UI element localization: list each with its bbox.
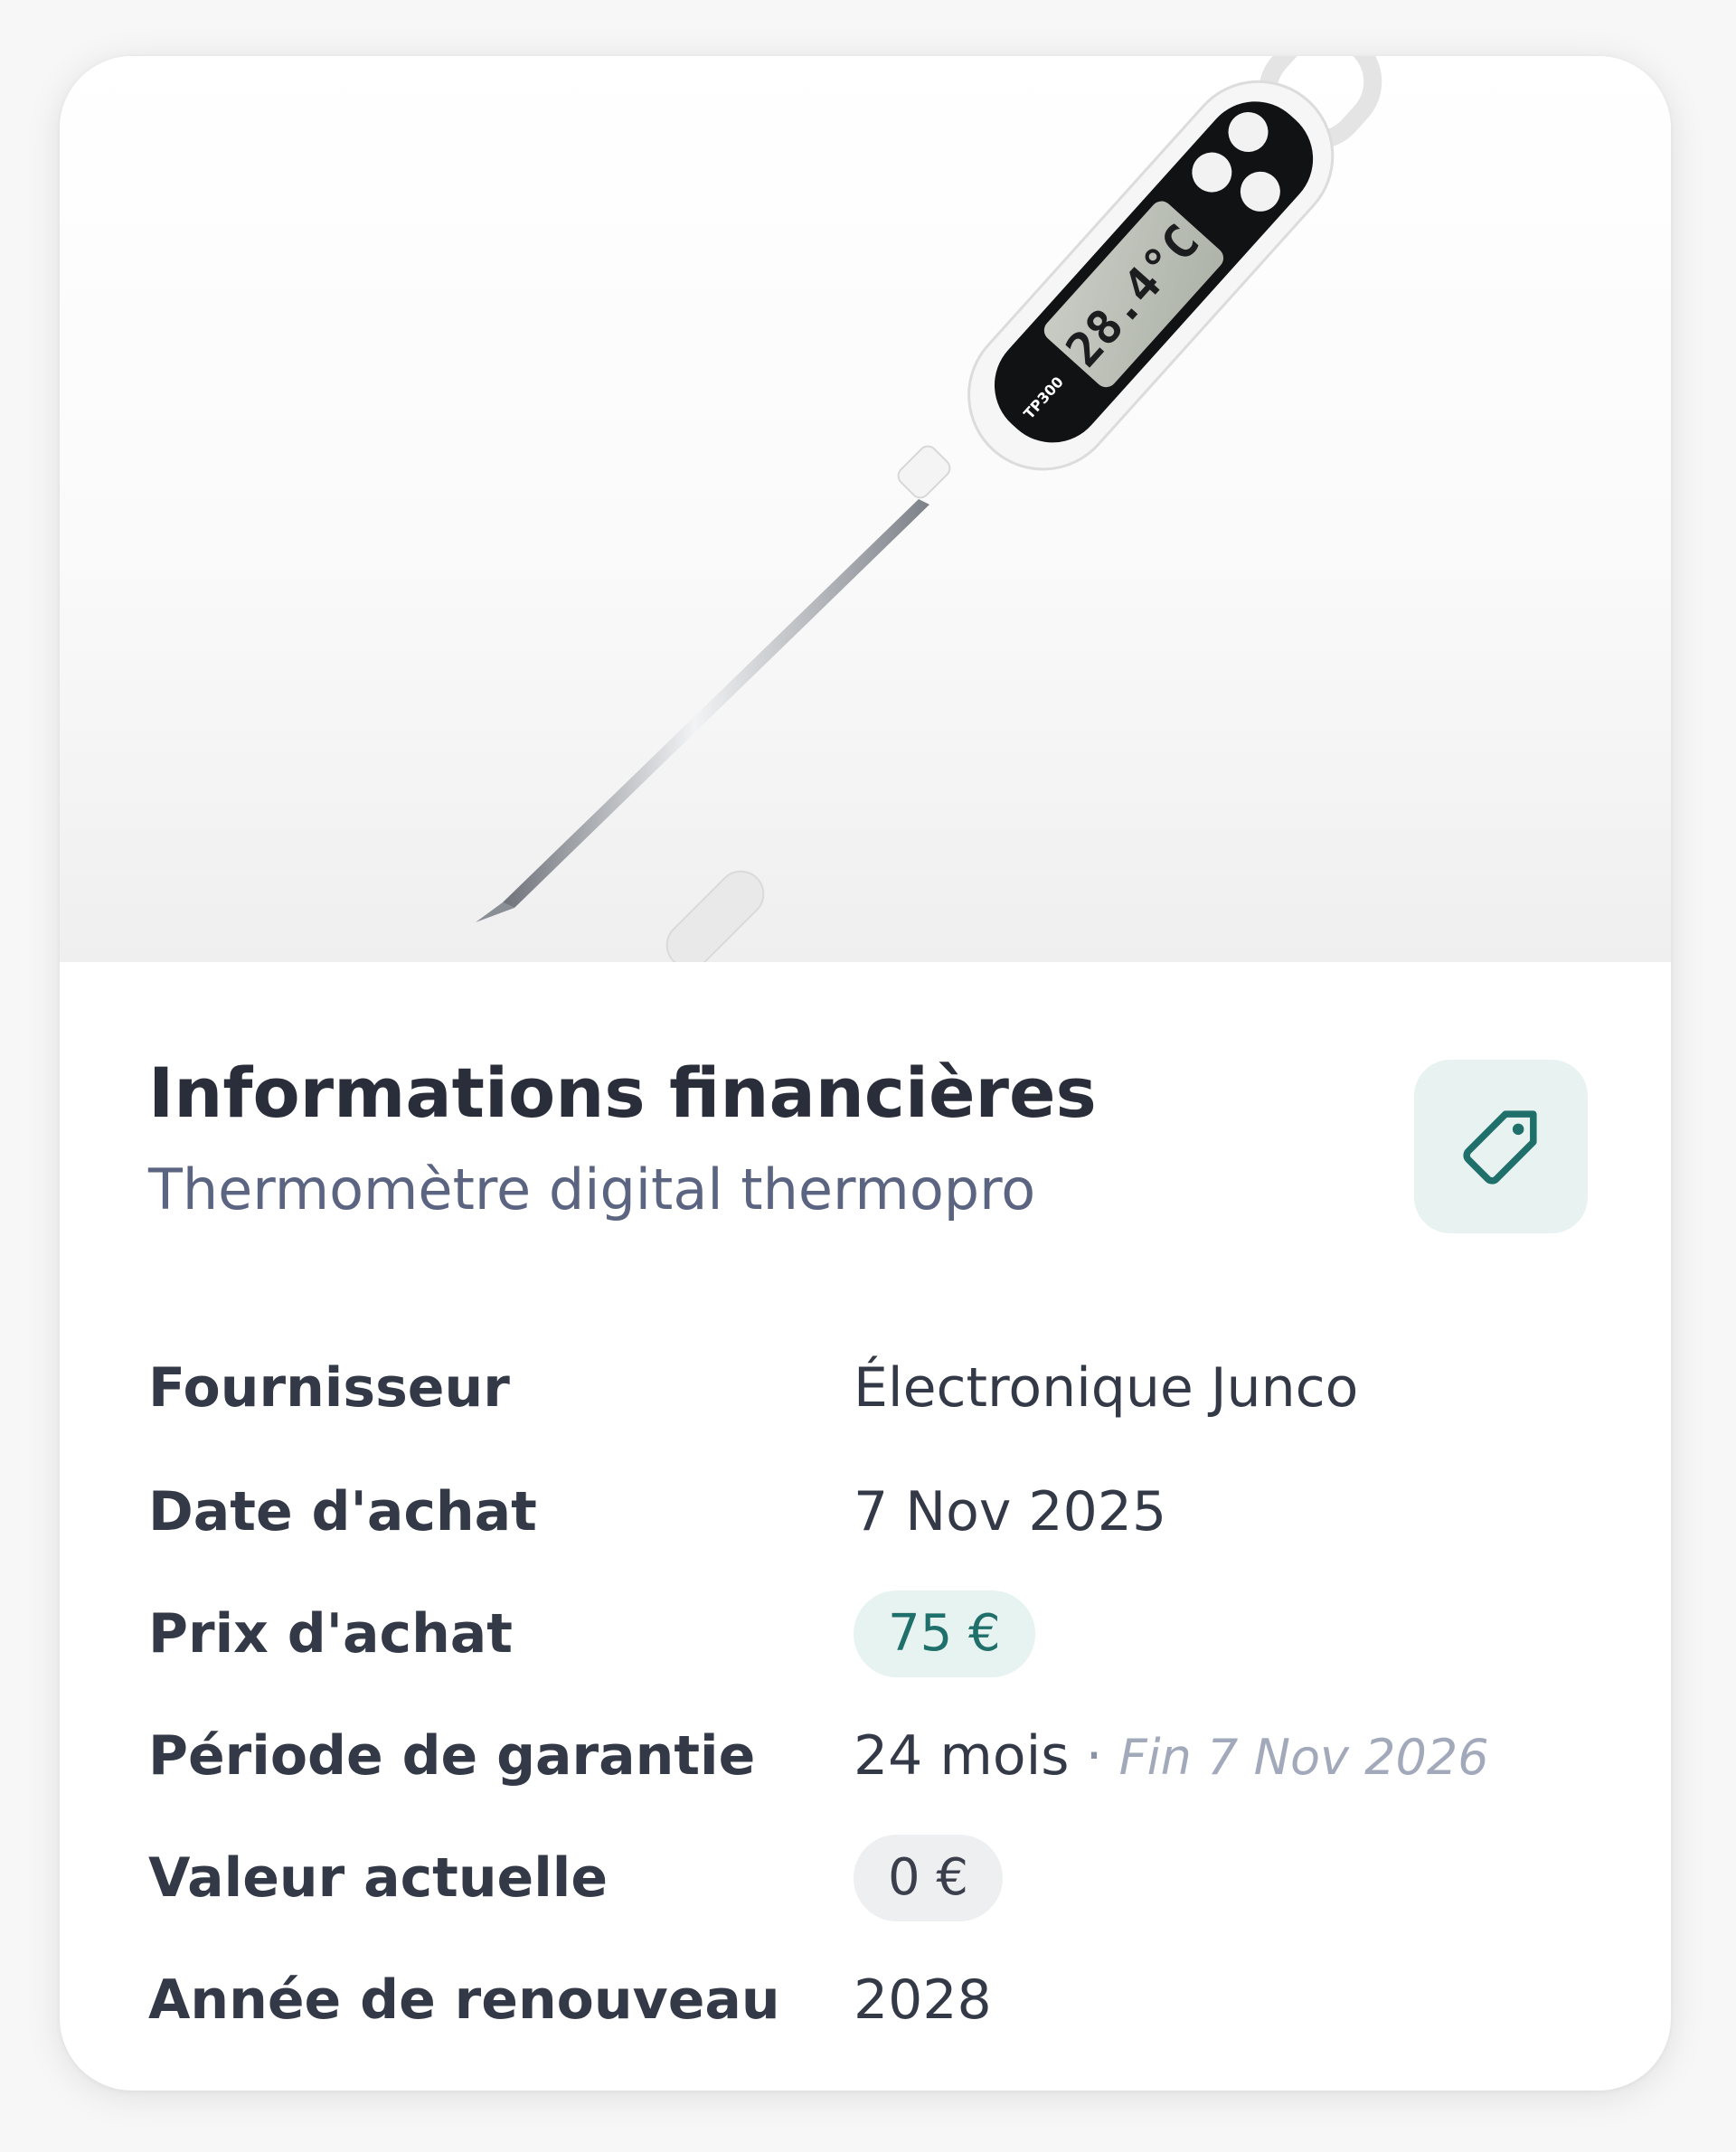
thermometer-illustration: 28.4°C TP300: [476, 56, 1382, 962]
detail-row-supplier: Fournisseur Électronique Junco: [148, 1338, 1595, 1438]
current-value-label: Valeur actuelle: [148, 1846, 609, 1910]
current-value-wrap: 0 €: [854, 1835, 1004, 1921]
product-name: Thermomètre digital thermopro: [148, 1156, 1036, 1222]
product-image: 28.4°C TP300: [60, 56, 1671, 962]
probe-cap-icon: [665, 870, 765, 962]
warranty-label: Période de garantie: [148, 1724, 756, 1788]
detail-row-current-value: Valeur actuelle 0 €: [148, 1828, 1595, 1928]
purchase-date-label: Date d'achat: [148, 1480, 537, 1543]
info-section: Informations financières Thermomètre dig…: [60, 962, 1671, 2091]
warranty-duration: 24 mois: [854, 1724, 1070, 1788]
tag-icon: [1463, 1110, 1537, 1185]
tag-button[interactable]: [1414, 1060, 1588, 1233]
detail-row-purchase-date: Date d'achat 7 Nov 2025: [148, 1462, 1595, 1562]
supplier-value: Électronique Junco: [854, 1356, 1359, 1420]
purchase-price-label: Prix d'achat: [148, 1602, 513, 1666]
detail-row-renewal-year: Année de renouveau 2028: [148, 1950, 1595, 2050]
warranty-value-wrap: 24 mois · Fin 7 Nov 2026: [854, 1724, 1489, 1788]
purchase-date-value: 7 Nov 2025: [854, 1480, 1167, 1543]
supplier-label: Fournisseur: [148, 1356, 510, 1420]
purchase-price-badge: 75 €: [854, 1590, 1035, 1677]
warranty-separator: ·: [1085, 1724, 1103, 1788]
purchase-price-value-wrap: 75 €: [854, 1590, 1035, 1677]
renewal-year-value: 2028: [854, 1968, 992, 2032]
probe-icon: [503, 499, 929, 908]
current-value-badge: 0 €: [854, 1835, 1004, 1921]
financial-info-card: 28.4°C TP300 Informations financières Th…: [60, 56, 1671, 2091]
detail-row-warranty: Période de garantie 24 mois · Fin 7 Nov 20…: [148, 1706, 1595, 1806]
renewal-year-label: Année de renouveau: [148, 1968, 780, 2032]
section-title: Informations financières: [148, 1052, 1097, 1133]
warranty-end-date: Fin 7 Nov 2026: [1118, 1729, 1489, 1786]
detail-row-purchase-price: Prix d'achat 75 €: [148, 1584, 1595, 1684]
